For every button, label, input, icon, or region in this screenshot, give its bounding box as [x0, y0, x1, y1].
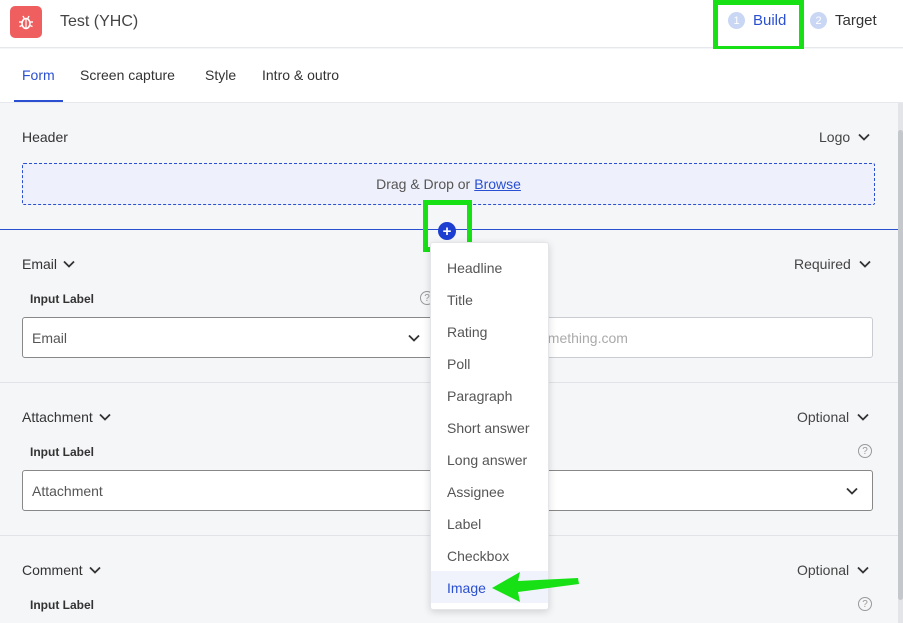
add-field-menu: Headline Title Rating Poll Paragraph Sho… — [430, 242, 549, 610]
tab-screen-capture[interactable]: Screen capture — [80, 67, 175, 83]
logo-dropzone[interactable]: Drag & Drop or Browse — [22, 163, 875, 205]
chevron-down-icon — [858, 133, 870, 141]
email-status: Required — [794, 256, 851, 272]
attachment-input-label: Input Label — [30, 445, 94, 459]
bug-icon — [10, 6, 42, 38]
attachment-section-title[interactable]: Attachment — [22, 409, 111, 425]
comment-status: Optional — [797, 562, 850, 578]
help-icon[interactable]: ? — [858, 597, 872, 611]
logo-label: Logo — [819, 129, 851, 145]
chevron-down-icon — [846, 487, 858, 495]
active-tab-indicator — [14, 100, 63, 102]
step-number: 2 — [810, 12, 827, 29]
menu-item-image[interactable]: Image — [447, 580, 486, 596]
attachment-optional-dropdown[interactable]: Optional — [797, 409, 869, 425]
attachment-title: Attachment — [22, 409, 93, 425]
comment-title: Comment — [22, 562, 83, 578]
email-input-label: Input Label — [30, 292, 94, 306]
chevron-down-icon — [408, 334, 420, 342]
scrollbar-thumb[interactable] — [898, 130, 903, 600]
tab-bar: Form Screen capture Style Intro & outro — [0, 49, 903, 103]
comment-input-label: Input Label — [30, 598, 94, 612]
step-target[interactable]: 2 Target — [810, 12, 877, 29]
email-label-select[interactable]: Email — [22, 317, 434, 358]
menu-item-headline[interactable]: Headline — [447, 260, 502, 276]
highlight-box — [713, 0, 804, 51]
menu-item-paragraph[interactable]: Paragraph — [447, 388, 512, 404]
chevron-down-icon — [89, 566, 101, 574]
step-label: Target — [835, 12, 877, 29]
header-title: Header — [22, 129, 68, 145]
arrow-icon — [492, 572, 579, 602]
chevron-down-icon — [859, 260, 871, 268]
header-section-title: Header — [22, 129, 68, 145]
menu-item-short-answer[interactable]: Short answer — [447, 420, 529, 436]
email-title: Email — [22, 256, 58, 272]
chevron-down-icon — [857, 566, 869, 574]
menu-item-checkbox[interactable]: Checkbox — [447, 548, 509, 564]
drop-text: Drag & Drop or — [376, 176, 471, 192]
chevron-down-icon — [99, 413, 111, 421]
attachment-label-value: Attachment — [32, 482, 103, 499]
tab-form[interactable]: Form — [22, 67, 55, 83]
help-icon[interactable]: ? — [858, 444, 872, 458]
comment-section-title[interactable]: Comment — [22, 562, 101, 578]
email-required-dropdown[interactable]: Required — [794, 256, 871, 272]
email-placeholder: omething.com — [540, 329, 628, 346]
menu-item-assignee[interactable]: Assignee — [447, 484, 505, 500]
menu-item-label[interactable]: Label — [447, 516, 481, 532]
top-bar: Test (YHC) 1 Build 2 Target — [0, 0, 903, 51]
browse-link[interactable]: Browse — [474, 176, 521, 192]
email-section-title[interactable]: Email — [22, 256, 75, 272]
chevron-down-icon — [857, 413, 869, 421]
menu-item-title[interactable]: Title — [447, 292, 473, 308]
app-title: Test (YHC) — [60, 13, 139, 30]
chevron-down-icon — [63, 260, 75, 268]
logo-dropdown[interactable]: Logo — [819, 129, 870, 145]
menu-item-poll[interactable]: Poll — [447, 356, 470, 372]
tab-style[interactable]: Style — [205, 67, 236, 83]
email-placeholder-input[interactable]: omething.com — [530, 317, 873, 358]
comment-optional-dropdown[interactable]: Optional — [797, 562, 869, 578]
menu-item-long-answer[interactable]: Long answer — [447, 452, 527, 468]
tab-intro-outro[interactable]: Intro & outro — [262, 67, 339, 83]
menu-item-rating[interactable]: Rating — [447, 324, 487, 340]
email-label-value: Email — [32, 329, 68, 346]
attachment-status: Optional — [797, 409, 850, 425]
